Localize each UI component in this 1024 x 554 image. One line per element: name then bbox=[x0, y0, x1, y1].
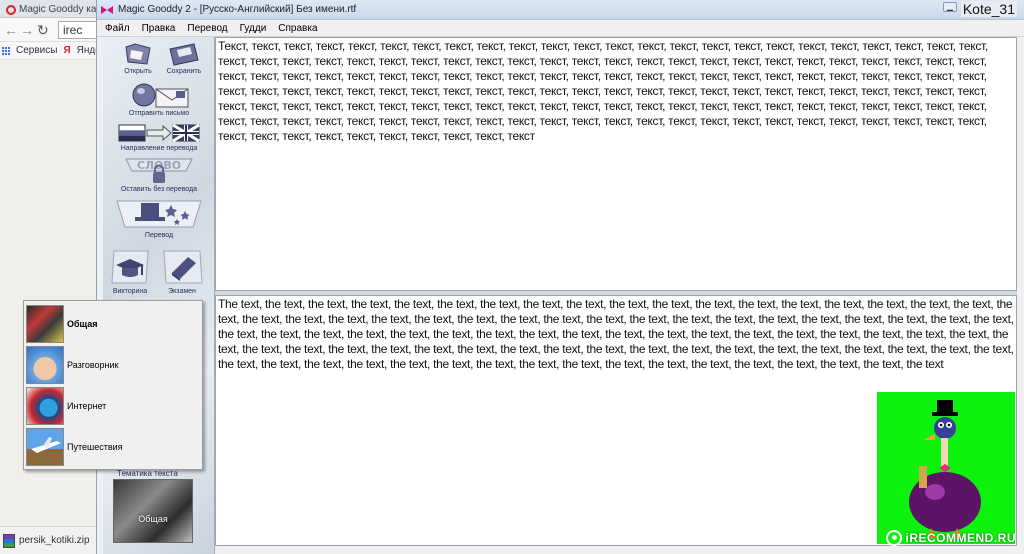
current-topic-label: Общая bbox=[138, 514, 168, 524]
topic-internet-thumb-icon bbox=[26, 387, 64, 425]
save-disk-icon bbox=[169, 43, 199, 66]
topic-general-thumb-icon bbox=[26, 305, 64, 343]
browser-tab[interactable]: Magic Gooddy как bbox=[2, 1, 96, 18]
russian-to-english-flags-icon bbox=[118, 123, 200, 143]
topic-popup-menu: Общая Разговорник Интернет Путешествия bbox=[23, 300, 203, 470]
browser-tab-favicon-icon bbox=[6, 4, 16, 15]
keep-untranslated-button[interactable]: СЛОВО Оставить без перевода bbox=[109, 157, 209, 193]
text-topic-label: Тематика текста bbox=[117, 469, 178, 478]
yandex-icon: Я bbox=[63, 45, 71, 56]
bookmark-yandex[interactable]: Яндекс bbox=[77, 45, 96, 56]
user-name-label: Kote_31 bbox=[960, 1, 1017, 17]
minimize-button[interactable]: ▁ bbox=[943, 2, 957, 12]
browser-bookmarks-bar: Сервисы Я Яндекс bbox=[0, 42, 96, 60]
menu-help[interactable]: Справка bbox=[278, 23, 317, 34]
topic-item-travel[interactable]: Путешествия bbox=[26, 427, 200, 467]
topic-item-internet[interactable]: Интернет bbox=[26, 386, 200, 426]
topic-item-label: Разговорник bbox=[67, 360, 119, 370]
exams-label: Экзамен bbox=[168, 288, 196, 295]
browser-address-bar[interactable]: irec bbox=[58, 21, 98, 39]
save-label: Сохранить bbox=[166, 68, 202, 75]
translate-button[interactable]: Перевод bbox=[109, 197, 209, 239]
browser-nav-bar: ← → ↻ irec bbox=[0, 18, 98, 42]
translate-label: Перевод bbox=[144, 232, 174, 239]
app-window: Magic Gooddy 2 - [Русско-Английский] Без… bbox=[96, 0, 1024, 554]
word-lock-icon: СЛОВО bbox=[125, 158, 193, 183]
forward-arrow-icon[interactable]: → bbox=[20, 22, 34, 38]
back-arrow-icon[interactable]: ← bbox=[4, 22, 18, 38]
watermark-text: iRECOMMEND.RU bbox=[905, 531, 1016, 545]
topic-item-label: Путешествия bbox=[67, 442, 123, 452]
mail-envelope-icon bbox=[132, 83, 189, 108]
open-folder-icon bbox=[125, 43, 151, 65]
exams-button[interactable]: Экзамен bbox=[155, 247, 209, 295]
irecommend-logo-icon bbox=[885, 530, 902, 546]
title-bar: Magic Gooddy 2 - [Русско-Английский] Без… bbox=[97, 0, 1024, 20]
topic-item-label: Общая bbox=[67, 319, 98, 329]
send-letter-button[interactable]: Отправить письмо bbox=[111, 79, 207, 117]
reload-icon[interactable]: ↻ bbox=[37, 22, 49, 39]
zip-archive-icon bbox=[3, 533, 15, 548]
translation-direction-label: Направление перевода bbox=[120, 145, 198, 152]
airplane-icon bbox=[31, 437, 61, 453]
source-text: Текст, текст, текст, текст, текст, текст… bbox=[218, 39, 988, 143]
gooddy-mascot[interactable] bbox=[877, 392, 1015, 544]
keep-untranslated-label: Оставить без перевода bbox=[120, 186, 198, 193]
menu-translate[interactable]: Перевод bbox=[187, 23, 227, 34]
download-file-name: persik_kotiki.zip bbox=[19, 535, 90, 546]
menu-gooddy[interactable]: Гудди bbox=[240, 23, 267, 34]
quiz-button[interactable]: Викторина bbox=[105, 247, 155, 295]
save-button[interactable]: Сохранить bbox=[159, 41, 209, 75]
topic-item-general[interactable]: Общая bbox=[26, 304, 200, 344]
browser-tab-bar: Magic Gooddy как bbox=[0, 0, 96, 18]
graduation-cap-icon bbox=[111, 250, 149, 284]
browser-tab-title: Magic Gooddy как bbox=[19, 4, 96, 15]
open-label: Открыть bbox=[124, 68, 152, 75]
source-text-editor[interactable]: Текст, текст, текст, текст, текст, текст… bbox=[215, 37, 1017, 291]
bookmark-services[interactable]: Сервисы bbox=[16, 45, 57, 56]
translation-text: The text, the text, the text, the text, … bbox=[218, 297, 1014, 371]
menu-bar: Файл Правка Перевод Гудди Справка bbox=[97, 20, 1024, 37]
quiz-label: Викторина bbox=[112, 288, 148, 295]
app-bow-icon bbox=[101, 5, 113, 15]
translation-direction-button[interactable]: Направление перевода bbox=[109, 122, 209, 152]
irecommend-watermark: iRECOMMEND.RU bbox=[885, 530, 1017, 546]
menu-file[interactable]: Файл bbox=[105, 23, 130, 34]
exam-book-icon bbox=[163, 250, 203, 284]
magic-hat-icon bbox=[116, 200, 202, 228]
menu-edit[interactable]: Правка bbox=[142, 23, 176, 34]
apps-grid-icon[interactable] bbox=[2, 46, 10, 55]
topic-travel-thumb-icon bbox=[26, 428, 64, 466]
ostrich-mascot-icon bbox=[909, 400, 981, 538]
open-button[interactable]: Открыть bbox=[115, 41, 161, 75]
topic-phrasebook-thumb-icon bbox=[26, 346, 64, 384]
topic-item-phrasebook[interactable]: Разговорник bbox=[26, 345, 200, 385]
topic-item-label: Интернет bbox=[67, 401, 107, 411]
download-item[interactable]: persik_kotiki.zip bbox=[0, 526, 96, 554]
window-title: Magic Gooddy 2 - [Русско-Английский] Без… bbox=[118, 4, 357, 15]
current-topic-button[interactable]: Общая bbox=[113, 479, 193, 543]
tools-panel: Открыть Сохранить Отправить письмо Напра… bbox=[103, 37, 215, 554]
send-letter-label: Отправить письмо bbox=[128, 110, 190, 117]
